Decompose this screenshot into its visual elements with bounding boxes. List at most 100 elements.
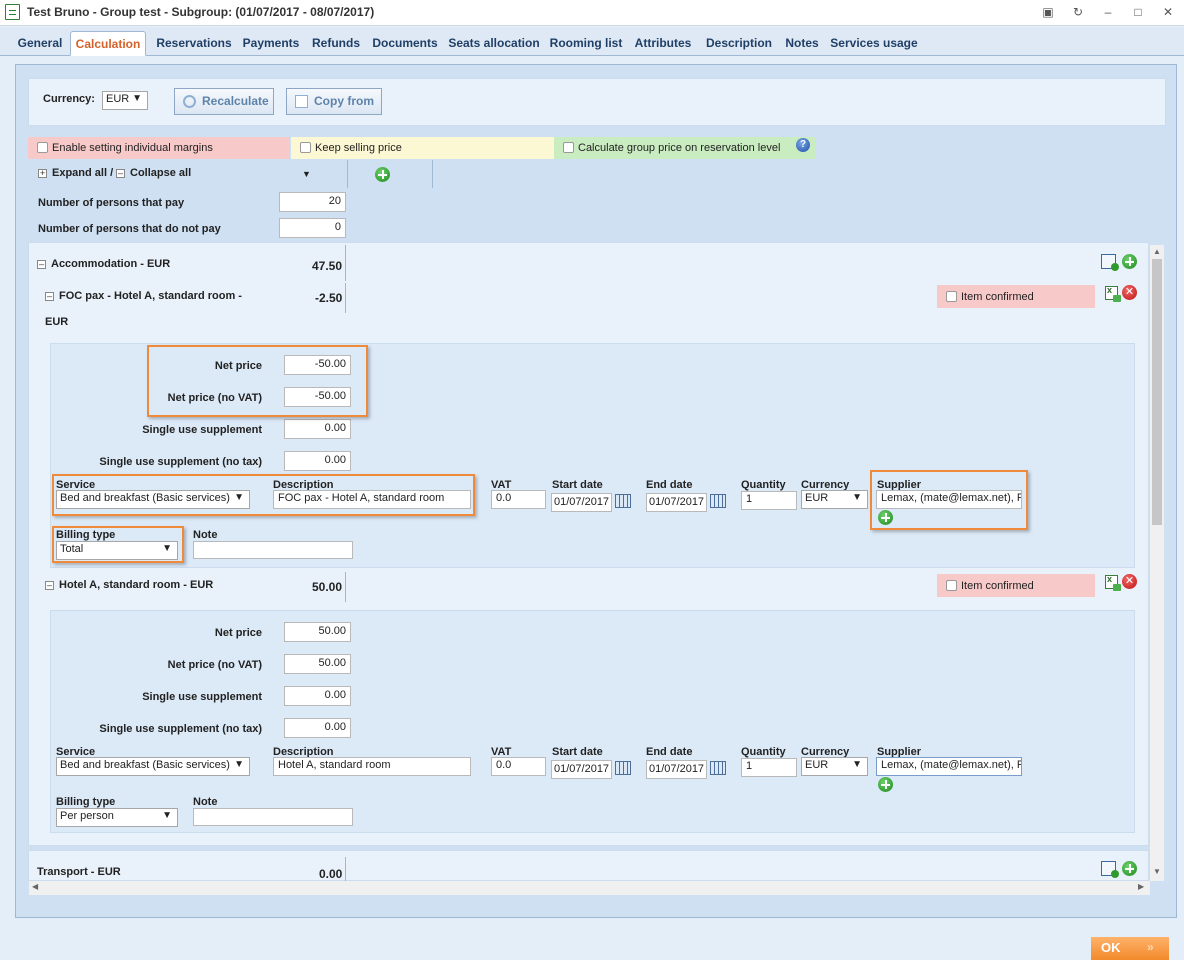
collapse-accommodation-icon[interactable]: – [37,260,46,269]
group-price-option[interactable]: Calculate group price on reservation lev… [554,137,816,159]
persons-nopay-label: Number of persons that do not pay [38,223,221,235]
individual-margins-checkbox[interactable] [37,142,48,153]
note-input[interactable] [193,808,353,826]
close-icon[interactable]: ✕ [1158,3,1178,21]
divider [345,283,346,313]
transport-total: 0.00 [319,867,343,881]
calendar-icon[interactable] [615,494,631,508]
item-currency-select[interactable]: EUR ▼ [801,757,868,776]
calendar-icon[interactable] [615,761,631,775]
end-date-input[interactable]: 01/07/2017 [646,493,707,512]
scroll-right-icon[interactable]: ▶ [1138,882,1144,891]
description-input[interactable]: Hotel A, standard room [273,757,471,776]
scroll-down-icon[interactable]: ▼ [1153,867,1161,876]
export-excel-icon[interactable] [1105,574,1121,591]
horizontal-scrollbar[interactable]: ◀ ▶ [29,881,1150,895]
tab-rooming-list[interactable]: Rooming list [548,31,624,56]
help-icon[interactable]: ? [796,138,810,152]
delete-item-icon[interactable]: ✕ [1122,285,1137,300]
single-use-input[interactable]: 0.00 [284,419,351,439]
refresh-window-icon[interactable]: ↻ [1068,3,1088,21]
export-excel-icon[interactable] [1105,285,1121,302]
keep-selling-price-label: Keep selling price [315,142,402,154]
keep-selling-price-option[interactable]: Keep selling price [291,137,554,159]
refresh-section-icon[interactable] [1101,254,1119,271]
copy-from-button[interactable]: Copy from [286,88,382,115]
service-select-value: Bed and breakfast (Basic services) [60,759,230,771]
recalculate-button[interactable]: Recalculate [174,88,274,115]
quantity-input[interactable]: 1 [741,758,797,777]
scrollbar-thumb[interactable] [1152,259,1162,525]
ok-button[interactable]: OK » [1091,937,1169,960]
item-title: Hotel A, standard room - EUR [59,579,214,591]
tab-reservations[interactable]: Reservations [155,31,233,56]
tab-calculation[interactable]: Calculation [70,31,146,56]
tab-documents[interactable]: Documents [370,31,440,56]
item-confirmed-checkbox[interactable] [946,580,957,591]
service-select[interactable]: Bed and breakfast (Basic services) ▼ [56,757,250,776]
accommodation-total: 47.50 [312,259,343,273]
net-price-no-vat-input[interactable]: 50.00 [284,654,351,674]
highlight-box [52,474,475,516]
item-total: -2.50 [315,291,343,305]
keep-selling-price-checkbox[interactable] [300,142,311,153]
pin-icon[interactable]: ▣ [1038,3,1058,21]
item-confirmed-checkbox[interactable] [946,291,957,302]
add-item-icon[interactable] [1122,254,1137,269]
end-date-input[interactable]: 01/07/2017 [646,760,707,779]
refresh-section-icon[interactable] [1101,861,1119,878]
add-item-icon[interactable] [1122,861,1137,876]
vat-input[interactable]: 0.0 [491,757,546,776]
single-use-no-tax-input[interactable]: 0.00 [284,718,351,738]
tab-payments[interactable]: Payments [240,31,302,56]
collapse-item-icon[interactable]: – [45,581,54,590]
scroll-left-icon[interactable]: ◀ [32,882,38,891]
options-dropdown-icon[interactable]: ▼ [302,169,311,179]
calendar-icon[interactable] [710,494,726,508]
currency-select[interactable]: EUR ▼ [102,91,148,110]
quantity-label: Quantity [741,479,786,491]
calendar-icon[interactable] [710,761,726,775]
supplier-input[interactable]: Lemax, (mate@lemax.net), R [876,757,1022,776]
persons-nopay-input[interactable]: 0 [279,218,346,238]
minimize-icon[interactable]: – [1098,3,1118,21]
tab-services-usage[interactable]: Services usage [828,31,920,56]
vertical-scrollbar[interactable]: ▲ ▼ [1150,245,1164,881]
vat-input[interactable]: 0.0 [491,490,546,509]
billing-type-select[interactable]: Per person ▼ [56,808,178,827]
currency-label: Currency: [43,93,95,105]
tab-seats-allocation[interactable]: Seats allocation [447,31,541,56]
highlight-box [870,470,1028,530]
tab-notes[interactable]: Notes [783,31,821,56]
add-column-icon[interactable] [375,167,390,182]
item-confirmed-option[interactable]: Item confirmed [937,574,1095,597]
scroll-up-icon[interactable]: ▲ [1153,247,1161,256]
item-currency-select[interactable]: EUR ▼ [801,490,868,509]
individual-margins-option[interactable]: Enable setting individual margins [28,137,290,159]
quantity-input[interactable]: 1 [741,491,797,510]
tab-general[interactable]: General [12,31,68,56]
collapse-item-icon[interactable]: – [45,292,54,301]
group-price-checkbox[interactable] [563,142,574,153]
item-confirmed-option[interactable]: Item confirmed [937,285,1095,308]
net-price-input[interactable]: 50.00 [284,622,351,642]
start-date-input[interactable]: 01/07/2017 [551,760,612,779]
start-date-input[interactable]: 01/07/2017 [551,493,612,512]
delete-item-icon[interactable]: ✕ [1122,574,1137,589]
tab-attributes[interactable]: Attributes [631,31,695,56]
maximize-icon[interactable]: □ [1128,3,1148,21]
item-confirmed-label: Item confirmed [961,291,1034,303]
ok-label: OK [1101,940,1121,955]
single-use-input[interactable]: 0.00 [284,686,351,706]
collapse-all-link[interactable]: Collapse all [130,167,191,179]
persons-pay-input[interactable]: 20 [279,192,346,212]
highlight-box [147,345,368,417]
item-confirmed-label: Item confirmed [961,580,1034,592]
expand-all-link[interactable]: Expand all / [52,167,113,179]
tab-description[interactable]: Description [702,31,776,56]
transport-title: Transport - EUR [37,866,121,878]
add-supplier-icon[interactable] [878,777,893,792]
note-input[interactable] [193,541,353,559]
tab-refunds[interactable]: Refunds [309,31,363,56]
single-use-no-tax-input[interactable]: 0.00 [284,451,351,471]
